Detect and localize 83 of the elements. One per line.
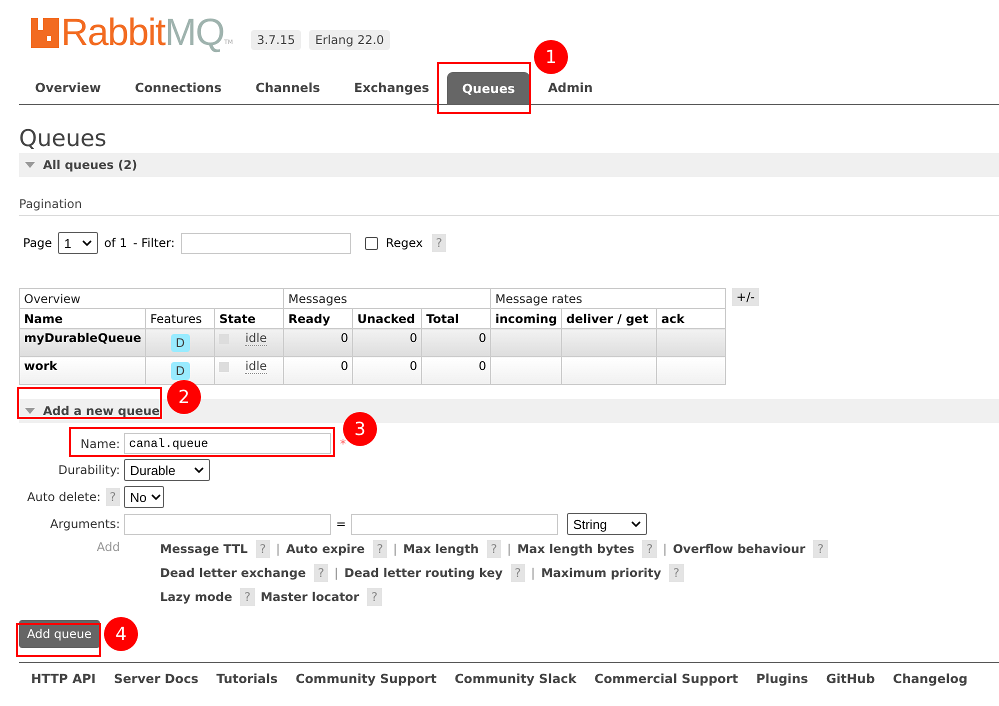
separator: | <box>662 542 667 556</box>
columns-toggle-button[interactable]: +/- <box>732 288 759 306</box>
argument-link[interactable]: Lazy mode <box>160 590 232 604</box>
queue-name-link[interactable]: myDurableQueue <box>20 328 146 356</box>
filter-label: - Filter: <box>133 236 175 250</box>
column-group-header: Message rates <box>490 288 726 308</box>
field-label: Durability: <box>58 463 120 477</box>
logo-text: Rabbit <box>61 14 165 52</box>
state-text: idle <box>245 331 267 346</box>
step-number: 1 <box>534 40 568 74</box>
required-mark: * <box>340 436 346 450</box>
logo-text: MQ <box>164 14 224 52</box>
nav-tab[interactable]: Connections <box>134 78 222 104</box>
separator: | <box>507 542 512 556</box>
durable-badge: D <box>170 362 190 380</box>
add-label: Add <box>96 540 120 554</box>
add-queue-button[interactable]: Add queue <box>19 620 100 648</box>
footer-link[interactable]: Plugins <box>756 671 808 686</box>
step-number: 4 <box>104 617 138 651</box>
argument-link[interactable]: Dead letter routing key <box>344 566 503 580</box>
footer-link[interactable]: Changelog <box>892 671 968 686</box>
table-cell: 0 <box>284 356 353 384</box>
nav-tab[interactable]: Channels <box>256 78 320 104</box>
table-cell: 0 <box>352 328 422 356</box>
nav-tab[interactable]: Queues <box>447 72 530 104</box>
state-indicator-icon <box>219 362 230 372</box>
field-label: Auto delete: <box>27 490 101 504</box>
field-label: Name: <box>80 436 120 450</box>
filter-field[interactable] <box>180 232 351 254</box>
separator: | <box>531 566 536 580</box>
section-header[interactable]: All queues (2) <box>19 153 999 177</box>
footer-link[interactable]: Community Support <box>296 671 437 686</box>
footer-link[interactable]: HTTP API <box>31 671 96 686</box>
argument-key-field[interactable] <box>124 514 331 534</box>
column-group-header: Messages <box>284 288 491 308</box>
page-count: of 1 <box>104 236 128 250</box>
version-badge: 3.7.15 <box>250 30 302 50</box>
column-group-header: Overview <box>20 288 284 308</box>
nav-tab[interactable]: Overview <box>35 78 101 104</box>
table-cell: 0 <box>284 328 353 356</box>
table-cell: 0 <box>352 356 422 384</box>
page-select[interactable]: 1 <box>58 232 98 254</box>
separator: | <box>276 542 280 556</box>
table-cell: 0 <box>422 356 491 384</box>
regex-label: Regex <box>386 236 423 250</box>
chevron-icon <box>194 467 204 473</box>
argument-value-field[interactable] <box>351 514 558 534</box>
chevron-icon <box>631 521 642 527</box>
equals-sign: = <box>336 517 346 531</box>
page-label: Page <box>23 236 52 250</box>
argument-link[interactable]: Auto expire <box>286 542 365 556</box>
chevron-icon <box>150 494 161 500</box>
separator: | <box>334 566 338 580</box>
argument-link[interactable]: Message TTL <box>160 542 248 556</box>
durable-badge: D <box>170 334 190 352</box>
state-text: idle <box>245 359 267 374</box>
table-cell: 0 <box>422 328 491 356</box>
version-badge: Erlang 22.0 <box>309 30 390 50</box>
separator: | <box>393 542 398 556</box>
nav-tab[interactable]: Exchanges <box>354 78 430 104</box>
argument-link[interactable]: Master locator <box>260 590 360 604</box>
footer-link[interactable]: Server Docs <box>114 671 198 686</box>
argument-link[interactable]: Overflow behaviour <box>672 542 806 556</box>
pagination-heading: Pagination <box>19 197 999 216</box>
name-field[interactable]: canal.queue <box>124 433 331 454</box>
durability-select[interactable]: Durable <box>124 459 210 481</box>
page-title: Queues <box>19 125 108 153</box>
auto-delete-select[interactable]: No <box>124 486 164 508</box>
argument-link[interactable]: Max length bytes <box>517 542 634 556</box>
footer-link[interactable]: GitHub <box>826 671 875 686</box>
field-label: Arguments: <box>50 517 120 531</box>
footer-link[interactable]: Tutorials <box>216 671 278 686</box>
chevron-icon <box>82 240 92 246</box>
footer-link[interactable]: Community Slack <box>454 671 576 686</box>
argument-link[interactable]: Dead letter exchange <box>160 566 306 580</box>
argument-link[interactable]: Maximum priority <box>541 566 662 580</box>
regex-checkbox[interactable] <box>364 236 378 250</box>
queue-name-link[interactable]: work <box>20 356 146 384</box>
argument-link[interactable]: Max length <box>403 542 479 556</box>
argument-type-select[interactable]: String <box>567 513 648 535</box>
nav-tab[interactable]: Admin <box>548 78 593 104</box>
footer-link[interactable]: Commercial Support <box>594 671 738 686</box>
rabbit-logo-icon <box>31 18 59 48</box>
